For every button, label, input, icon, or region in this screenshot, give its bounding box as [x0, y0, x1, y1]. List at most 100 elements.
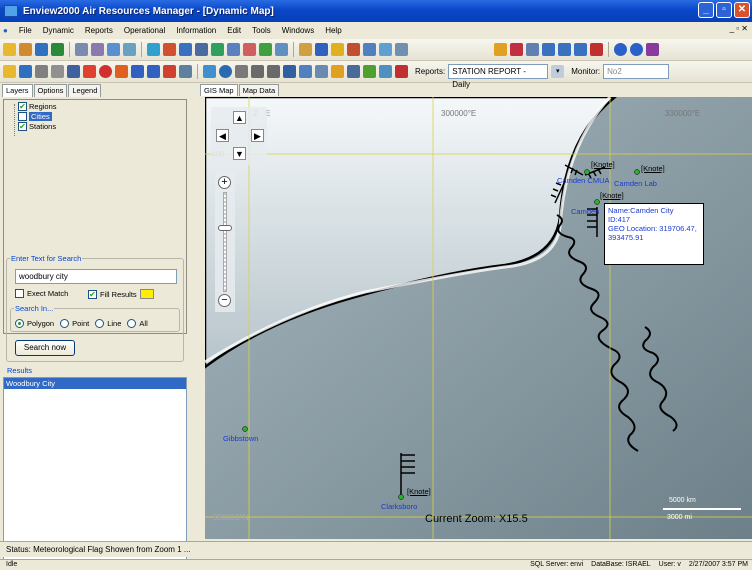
- tab-gis-map[interactable]: GIS Map: [200, 84, 238, 96]
- print-preview-icon[interactable]: [51, 65, 64, 78]
- pan-icon[interactable]: [235, 65, 248, 78]
- tool-icon[interactable]: [19, 43, 32, 56]
- pan-left-icon[interactable]: ◀: [216, 129, 229, 142]
- bar-chart-icon[interactable]: [315, 43, 328, 56]
- station-clarksboro[interactable]: Clarksboro: [381, 502, 417, 511]
- link-icon[interactable]: [526, 43, 539, 56]
- map-canvas[interactable]: [205, 97, 752, 539]
- refresh-icon[interactable]: [147, 43, 160, 56]
- checkbox-stations[interactable]: ✔: [18, 122, 27, 131]
- stop-icon[interactable]: [99, 65, 112, 78]
- radio-polygon[interactable]: [15, 319, 24, 328]
- tab-layers[interactable]: Layers: [2, 84, 33, 97]
- map-icon[interactable]: [299, 43, 312, 56]
- chart-icon[interactable]: [179, 43, 192, 56]
- restore-button[interactable]: ▫: [716, 2, 732, 18]
- zoom-in-icon[interactable]: [251, 65, 264, 78]
- tab-legend[interactable]: Legend: [68, 84, 102, 97]
- help-icon[interactable]: [614, 43, 627, 56]
- pan-down-icon[interactable]: ▼: [233, 147, 246, 160]
- save-icon[interactable]: [35, 43, 48, 56]
- knote-label[interactable]: [Knote]: [407, 487, 431, 496]
- wand-icon[interactable]: [243, 43, 256, 56]
- calc-icon[interactable]: [510, 43, 523, 56]
- menu-reports[interactable]: Reports: [85, 26, 113, 35]
- fill-results-option[interactable]: ✔ Fill Results: [88, 289, 154, 299]
- save-report-icon[interactable]: [395, 65, 408, 78]
- close-doc-icon[interactable]: [590, 43, 603, 56]
- info-map-icon[interactable]: [115, 65, 128, 78]
- grid-icon[interactable]: [123, 43, 136, 56]
- zoom-track[interactable]: [223, 192, 227, 292]
- globe-icon[interactable]: [219, 65, 232, 78]
- menu-windows[interactable]: Windows: [282, 26, 314, 35]
- search-now-button[interactable]: Search now: [15, 340, 75, 356]
- radio-point[interactable]: [60, 319, 70, 328]
- close-button[interactable]: ✕: [734, 2, 750, 18]
- highlight-icon[interactable]: [363, 65, 376, 78]
- cascade-icon[interactable]: [574, 43, 587, 56]
- edit-icon[interactable]: [259, 43, 272, 56]
- measure-icon[interactable]: [315, 65, 328, 78]
- feather-icon[interactable]: [395, 43, 408, 56]
- exact-match-option[interactable]: Exect Match: [15, 289, 68, 298]
- grid-lines-icon[interactable]: [347, 65, 360, 78]
- pencil-icon[interactable]: [379, 43, 392, 56]
- monitor-select[interactable]: No2: [603, 64, 670, 79]
- grid-toggle-icon[interactable]: [83, 65, 96, 78]
- tab-options[interactable]: Options: [33, 84, 68, 97]
- search-input[interactable]: woodbury city: [15, 269, 177, 284]
- knote-label[interactable]: [Knote]: [641, 164, 665, 173]
- lightning-icon[interactable]: [494, 43, 507, 56]
- station-gibbstown[interactable]: Gibbstown: [223, 434, 258, 443]
- station-camden-cmua[interactable]: Camden CMUA: [557, 176, 610, 185]
- menu-edit[interactable]: Edit: [227, 26, 241, 35]
- knote-label[interactable]: [Knote]: [600, 191, 624, 200]
- excel-icon[interactable]: [51, 43, 64, 56]
- zoom-slider-handle[interactable]: [218, 225, 232, 231]
- folder-icon[interactable]: [3, 65, 16, 78]
- menu-tools[interactable]: Tools: [252, 26, 271, 35]
- network2-icon[interactable]: [91, 43, 104, 56]
- flag-red-icon[interactable]: [163, 65, 176, 78]
- checkbox-cities[interactable]: [18, 112, 27, 121]
- chevron-down-icon[interactable]: ▾: [551, 65, 565, 78]
- doc-controls[interactable]: _ ▫ ✕: [730, 24, 748, 33]
- menu-information[interactable]: Information: [176, 26, 216, 35]
- layer-cities[interactable]: Cities: [18, 112, 52, 121]
- draw-icon[interactable]: [283, 65, 296, 78]
- checkbox-exact-match[interactable]: [15, 289, 24, 298]
- layer-icon[interactable]: [203, 65, 216, 78]
- doc-icon2[interactable]: [363, 43, 376, 56]
- pan-up-icon[interactable]: ▲: [233, 111, 246, 124]
- window-icon[interactable]: [542, 43, 555, 56]
- radio-all[interactable]: [127, 319, 137, 328]
- checkbox-regions[interactable]: ✔: [18, 102, 27, 111]
- menu-help[interactable]: Help: [325, 26, 341, 35]
- zoom-in-button[interactable]: +: [218, 176, 231, 189]
- menu-file[interactable]: File: [19, 26, 32, 35]
- scale-icon[interactable]: [331, 65, 344, 78]
- undo-icon[interactable]: [67, 65, 80, 78]
- pan-right-icon[interactable]: ▶: [251, 129, 264, 142]
- result-item[interactable]: Woodbury City: [4, 378, 186, 389]
- checkbox-fill-results[interactable]: ✔: [88, 289, 97, 299]
- arrow-up-icon[interactable]: [147, 65, 160, 78]
- station-camden-lab[interactable]: Camden Lab: [614, 179, 657, 188]
- image-icon[interactable]: [275, 43, 288, 56]
- layer-stations[interactable]: ✔ Stations: [18, 122, 56, 131]
- flag-icon[interactable]: [211, 43, 224, 56]
- knote-label[interactable]: [Knote]: [591, 160, 615, 169]
- gear-icon[interactable]: [347, 43, 360, 56]
- info-icon[interactable]: [630, 43, 643, 56]
- tab-map-data[interactable]: Map Data: [238, 84, 280, 96]
- about-icon[interactable]: [646, 43, 659, 56]
- station-camden[interactable]: Camden: [571, 207, 599, 216]
- table-icon[interactable]: [107, 43, 120, 56]
- arrow-down-icon[interactable]: [131, 65, 144, 78]
- minimize-button[interactable]: _: [698, 2, 714, 18]
- network-icon[interactable]: [75, 43, 88, 56]
- warning-icon[interactable]: [331, 43, 344, 56]
- label-icon[interactable]: [299, 65, 312, 78]
- legend-icon[interactable]: [179, 65, 192, 78]
